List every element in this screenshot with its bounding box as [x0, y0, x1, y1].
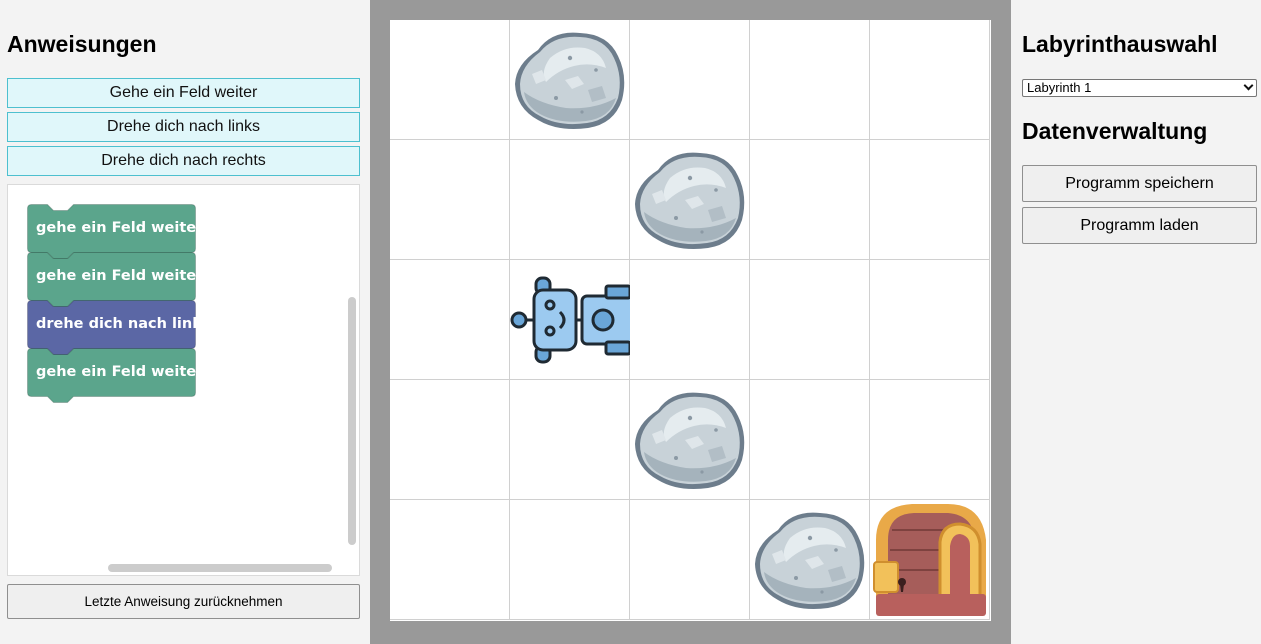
maze-cell [510, 140, 630, 260]
program-workspace[interactable]: gehe ein Feld weiter gehe ein Feld weiter… [7, 184, 360, 576]
maze-select-value: Labyrinth 1 [1027, 80, 1092, 95]
maze-select-dropdown[interactable]: Labyrinth 1 [1022, 79, 1257, 97]
maze-cell [390, 20, 510, 140]
maze-cell [750, 140, 870, 260]
maze-cell [750, 380, 870, 500]
program-block[interactable]: drehe dich nach links [27, 300, 211, 356]
maze-cell [870, 140, 990, 260]
maze-cell [630, 500, 750, 620]
program-block[interactable]: gehe ein Feld weiter [27, 348, 203, 404]
maze-cell [390, 380, 510, 500]
instruction-turn-left-button[interactable]: Drehe dich nach links [7, 112, 360, 142]
maze-cell [390, 260, 510, 380]
maze-cell [630, 20, 750, 140]
data-management-title: Datenverwaltung [1022, 118, 1208, 144]
maze-cell [630, 140, 750, 260]
instructions-title: Anweisungen [7, 31, 157, 57]
load-program-button[interactable]: Programm laden [1022, 207, 1257, 244]
instruction-move-forward-button[interactable]: Gehe ein Feld weiter [7, 78, 360, 108]
maze-cell [630, 380, 750, 500]
chevron-down-icon [1243, 80, 1254, 91]
workspace-vertical-scrollbar[interactable] [348, 297, 356, 545]
rock-icon [635, 392, 745, 489]
maze-cell [510, 20, 630, 140]
maze-cell [870, 20, 990, 140]
maze-cell [510, 380, 630, 500]
save-program-button[interactable]: Programm speichern [1022, 165, 1257, 202]
rock-icon [635, 152, 745, 249]
maze-cell [870, 380, 990, 500]
workspace-horizontal-scrollbar[interactable] [108, 564, 332, 572]
maze-board [390, 20, 991, 621]
program-block-label: drehe dich nach links [36, 316, 211, 332]
maze-cell [390, 500, 510, 620]
robot-icon [510, 276, 630, 364]
maze-cell [630, 260, 750, 380]
maze-cell [750, 500, 870, 620]
instructions-panel: Anweisungen Gehe ein Feld weiter Drehe d… [0, 0, 370, 644]
program-block-label: gehe ein Feld weiter [36, 220, 204, 236]
maze-area [370, 0, 1011, 644]
treasure-chest-icon [873, 504, 986, 616]
maze-cell [510, 500, 630, 620]
maze-cell [750, 260, 870, 380]
maze-cell [870, 500, 990, 620]
program-block-label: gehe ein Feld weiter [36, 364, 204, 380]
program-block[interactable]: gehe ein Feld weiter [27, 204, 203, 260]
maze-cell [870, 260, 990, 380]
undo-last-instruction-button[interactable]: Letzte Anweisung zurücknehmen [7, 584, 360, 619]
rock-icon [755, 512, 865, 609]
maze-selection-title: Labyrinthauswahl [1022, 31, 1218, 57]
maze-cell [390, 140, 510, 260]
maze-cell [510, 260, 630, 380]
instruction-turn-right-button[interactable]: Drehe dich nach rechts [7, 146, 360, 176]
rock-icon [515, 32, 625, 129]
maze-cell [750, 20, 870, 140]
program-block[interactable]: gehe ein Feld weiter [27, 252, 203, 308]
program-block-label: gehe ein Feld weiter [36, 268, 204, 284]
